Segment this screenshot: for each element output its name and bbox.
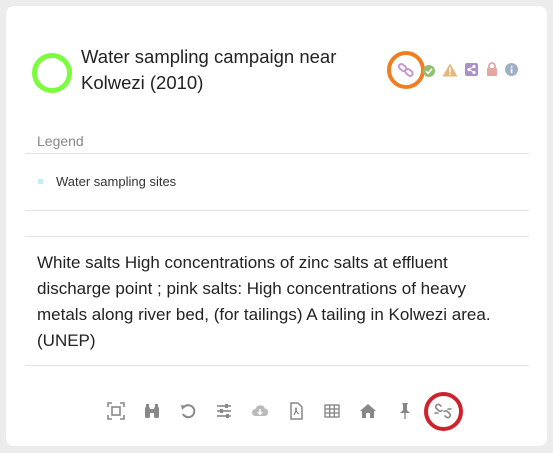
legend-swatch	[38, 179, 43, 184]
check-icon[interactable]	[423, 65, 435, 77]
description-top-divider	[25, 236, 529, 237]
table-icon[interactable]	[323, 402, 341, 420]
undo-icon[interactable]	[179, 402, 197, 420]
sliders-icon[interactable]	[215, 402, 233, 420]
home-icon[interactable]	[359, 402, 377, 420]
warning-icon[interactable]	[442, 63, 458, 77]
binoculars-icon[interactable]	[143, 402, 161, 420]
cloud-download-icon[interactable]	[251, 402, 269, 420]
link-icon[interactable]	[397, 62, 415, 78]
zoom-extent-icon[interactable]	[107, 402, 125, 420]
status-indicator	[32, 53, 72, 93]
unlink-icon[interactable]	[434, 402, 452, 420]
pdf-file-icon[interactable]	[287, 402, 305, 420]
layer-description: White salts High concentrations of zinc …	[37, 253, 491, 350]
legend-bottom-divider	[25, 210, 529, 211]
legend-divider	[25, 153, 529, 154]
toolbar-divider	[25, 365, 529, 366]
legend-item-label: Water sampling sites	[56, 174, 177, 189]
pin-icon[interactable]	[396, 402, 414, 420]
share-icon[interactable]	[465, 63, 478, 76]
legend-heading: Legend	[37, 133, 84, 149]
layer-title: Water sampling campaign near Kolwezi (20…	[81, 46, 337, 93]
info-icon[interactable]	[505, 63, 518, 76]
lock-icon[interactable]	[486, 62, 498, 76]
